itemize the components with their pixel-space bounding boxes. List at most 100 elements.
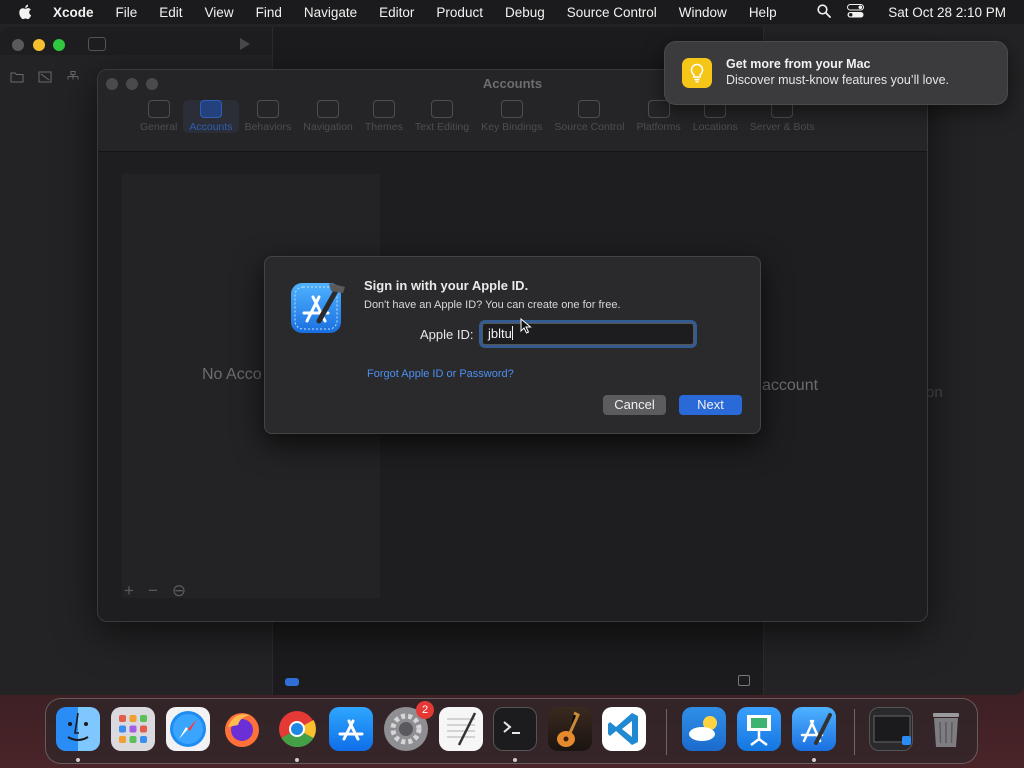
background-text-fragment: on — [926, 384, 943, 401]
mouse-pointer-icon — [520, 317, 532, 334]
remove-account-button[interactable]: − — [148, 581, 158, 601]
menu-view[interactable]: View — [205, 5, 234, 20]
folder-icon[interactable] — [10, 71, 24, 86]
platforms-icon — [647, 100, 670, 118]
chrome-icon[interactable] — [275, 707, 319, 751]
no-accounts-text: No Acco — [202, 366, 262, 383]
menu-edit[interactable]: Edit — [159, 5, 182, 20]
next-button[interactable]: Next — [679, 395, 742, 415]
terminal-icon[interactable] — [493, 707, 537, 751]
menu-debug[interactable]: Debug — [505, 5, 545, 20]
tab-general[interactable]: General — [134, 100, 183, 133]
list-controls: + − ⊖ — [124, 581, 186, 601]
notification-body: Discover must-know features you’ll love. — [726, 73, 949, 87]
signin-heading: Sign in with your Apple ID. — [364, 278, 529, 293]
tab-text-editing[interactable]: Text Editing — [409, 100, 475, 133]
menu-window[interactable]: Window — [679, 5, 727, 20]
notification-title: Get more from your Mac — [726, 57, 871, 71]
garageband-icon[interactable] — [548, 707, 592, 751]
brush-icon — [372, 100, 395, 118]
tab-behaviors-label: Behaviors — [244, 121, 292, 133]
tab-navigation-label: Navigation — [303, 121, 353, 133]
add-account-hint: account — [762, 377, 819, 394]
vscode-icon[interactable] — [602, 707, 646, 751]
tab-accounts[interactable]: Accounts — [183, 100, 239, 133]
tips-notification[interactable]: Get more from your Mac Discover must-kno… — [664, 41, 1008, 105]
navigator-tabs — [10, 71, 80, 86]
dock-separator-2 — [854, 709, 855, 755]
pencil-icon — [430, 100, 453, 118]
search-icon[interactable] — [817, 3, 832, 21]
apple-id-signin-sheet: Sign in with your Apple ID. Don't have a… — [264, 256, 761, 434]
terminal-running-dot — [513, 758, 517, 762]
tab-general-label: General — [140, 121, 178, 133]
chrome-running-dot — [295, 758, 299, 762]
notification-badge: 2 — [416, 701, 434, 719]
app-store-icon[interactable] — [329, 707, 373, 751]
hierarchy-icon[interactable] — [66, 71, 80, 86]
menu-product[interactable]: Product — [436, 5, 483, 20]
signin-subtext: Don't have an Apple ID? You can create o… — [364, 299, 621, 311]
dock-separator — [666, 709, 667, 755]
window-preview-icon[interactable] — [869, 707, 913, 751]
lightbulb-icon — [682, 58, 712, 88]
tab-text-editing-label: Text Editing — [414, 121, 470, 133]
launchpad-icon[interactable] — [111, 707, 155, 751]
menu-file[interactable]: File — [116, 5, 138, 20]
account-options-button[interactable]: ⊖ — [172, 581, 186, 601]
behaviors-icon — [256, 100, 279, 118]
apple-id-field[interactable]: jbltu — [482, 323, 694, 345]
tab-source-control-label: Source Control — [554, 121, 625, 133]
keyboard-icon — [500, 100, 523, 118]
zoom-window-button[interactable] — [53, 39, 65, 51]
cancel-button[interactable]: Cancel — [603, 395, 666, 415]
trash-icon[interactable] — [924, 707, 968, 751]
finder-icon[interactable] — [56, 707, 100, 751]
menu-app-name[interactable]: Xcode — [53, 5, 94, 20]
control-center-icon[interactable] — [847, 3, 865, 21]
forgot-apple-id-link[interactable]: Forgot Apple ID or Password? — [367, 368, 514, 380]
menu-find[interactable]: Find — [256, 5, 282, 20]
menu-editor[interactable]: Editor — [379, 5, 414, 20]
tab-key-bindings[interactable]: Key Bindings — [475, 100, 548, 133]
add-account-button[interactable]: + — [124, 581, 134, 601]
dock: 2 — [45, 698, 978, 764]
finder-running-dot — [76, 758, 80, 762]
text-caret — [511, 326, 513, 340]
tab-platforms-label: Platforms — [636, 121, 681, 133]
firefox-icon[interactable] — [220, 707, 264, 751]
tab-server-bots-label: Server & Bots — [749, 121, 815, 133]
tab-themes[interactable]: Themes — [359, 100, 409, 133]
filter-indicator[interactable] — [285, 678, 299, 686]
panel-toggle-icon[interactable] — [738, 675, 750, 686]
source-control-nav-icon[interactable] — [38, 71, 52, 86]
keynote-icon[interactable] — [737, 707, 781, 751]
tab-navigation[interactable]: Navigation — [297, 100, 359, 133]
run-button-icon[interactable] — [240, 38, 250, 50]
menu-clock[interactable]: Sat Oct 28 2:10 PM — [888, 5, 1006, 20]
tab-source-control[interactable]: Source Control — [548, 100, 630, 133]
tab-themes-label: Themes — [364, 121, 403, 133]
xcode-running-dot — [812, 758, 816, 762]
at-sign-icon — [199, 100, 222, 118]
menu-bar: Xcode File Edit View Find Navigate Edito… — [0, 0, 1024, 24]
sidebar-toggle-icon[interactable] — [88, 37, 106, 51]
menu-source-control[interactable]: Source Control — [567, 5, 657, 20]
menu-navigate[interactable]: Navigate — [304, 5, 357, 20]
apple-id-value: jbltu — [488, 326, 512, 341]
xcode-dock-icon[interactable] — [792, 707, 836, 751]
menu-help[interactable]: Help — [749, 5, 777, 20]
gear-icon — [147, 100, 170, 118]
apple-id-label: Apple ID: — [420, 327, 474, 342]
source-control-icon — [578, 100, 601, 118]
weather-icon[interactable] — [682, 707, 726, 751]
tab-accounts-label: Accounts — [189, 121, 233, 133]
apple-logo-icon[interactable] — [18, 4, 38, 20]
safari-icon[interactable] — [166, 707, 210, 751]
tab-behaviors[interactable]: Behaviors — [239, 100, 298, 133]
system-settings-icon[interactable]: 2 — [384, 701, 434, 751]
minimize-window-button[interactable] — [33, 39, 45, 51]
navigation-icon — [317, 100, 340, 118]
close-window-button[interactable] — [12, 39, 24, 51]
textedit-icon[interactable] — [439, 707, 483, 751]
